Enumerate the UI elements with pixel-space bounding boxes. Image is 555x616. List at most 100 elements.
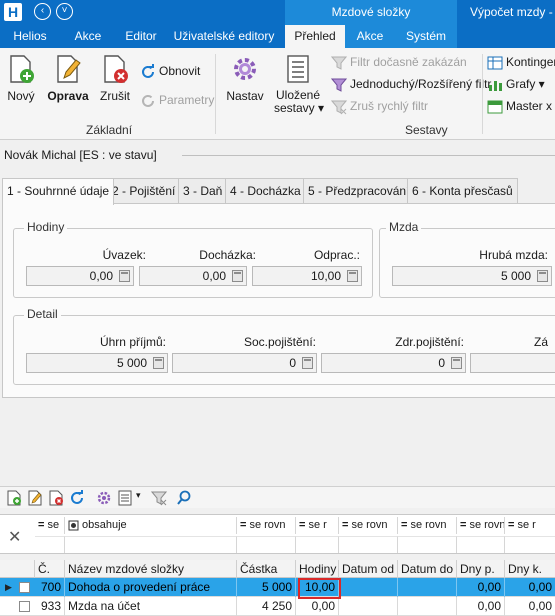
uhrn-prijmu-field[interactable]: 5 000: [26, 353, 168, 373]
nastav-button[interactable]: Nastav: [224, 54, 266, 103]
tab-akce-context[interactable]: Akce: [345, 25, 395, 48]
tab-pojisteni[interactable]: 2 - Pojištění: [107, 178, 181, 203]
grid-new-icon[interactable]: [6, 490, 22, 506]
cell-dny-p[interactable]: 0,00: [457, 578, 505, 597]
grid-filter-clear-icon[interactable]: [151, 490, 167, 506]
grid-search-icon[interactable]: [176, 490, 192, 506]
filter-cell-hodiny[interactable]: = se r: [296, 517, 339, 534]
filter-input-dny-k[interactable]: [505, 536, 555, 553]
cell-dny-k[interactable]: 0,00: [505, 597, 555, 616]
cell-castka[interactable]: 5 000: [237, 578, 296, 597]
clear-filter-x-icon[interactable]: ✕: [8, 527, 21, 547]
clear-quick-filter-button[interactable]: Zruš rychlý filtr: [331, 97, 428, 115]
filter-input-castka[interactable]: [237, 536, 296, 553]
parameters-button[interactable]: Parametry: [140, 91, 214, 109]
refresh-button[interactable]: Obnovit: [140, 62, 200, 80]
zdr-pojisteni-field[interactable]: 0: [321, 353, 466, 373]
column-header-castka[interactable]: Částka: [237, 560, 296, 578]
grid-settings-gear-icon[interactable]: [96, 490, 112, 506]
cell-datum-od[interactable]: [339, 597, 398, 616]
row-checkbox[interactable]: [19, 582, 30, 593]
filter-input-hodiny[interactable]: [296, 536, 339, 553]
tab-system[interactable]: Systém: [395, 25, 457, 48]
charts-button[interactable]: Grafy ▾: [487, 75, 545, 93]
grid-reports-dropdown-icon[interactable]: ▾: [136, 490, 141, 501]
saved-reports-button[interactable]: Uložené sestavy ▾: [274, 54, 324, 115]
cell-hodiny[interactable]: 0,00: [296, 597, 339, 616]
hruba-mzda-field[interactable]: 5 000: [392, 266, 552, 286]
tab-dan[interactable]: 3 - Daň: [178, 178, 228, 203]
tab-souhrnne-udaje[interactable]: 1 - Souhrnné údaje: [2, 178, 115, 205]
tab-konta-prescasu[interactable]: 6 - Konta přesčasů: [407, 178, 518, 203]
dochazka-field[interactable]: 0,00: [139, 266, 247, 286]
cell-cislo[interactable]: 933: [35, 597, 65, 616]
tab-uzivatelske-editory[interactable]: Uživatelské editory: [168, 25, 280, 48]
odprac-field[interactable]: 10,00: [252, 266, 362, 286]
filter-input-nazev[interactable]: [65, 536, 237, 553]
column-header-nazev[interactable]: Název mzdové složky: [65, 560, 237, 578]
soc-pojisteni-field[interactable]: 0: [172, 353, 317, 373]
calculator-icon[interactable]: [232, 270, 243, 282]
dochazka-value: 0,00: [202, 269, 226, 283]
filter-cell-datum-od[interactable]: = se rovn: [339, 517, 398, 534]
filter-disabled-button[interactable]: Filtr dočasně zakázán: [331, 53, 467, 71]
tab-prehled[interactable]: Přehled: [285, 25, 345, 48]
grid-edit-icon[interactable]: [27, 490, 43, 506]
extra-field[interactable]: [470, 353, 555, 373]
cell-dny-k[interactable]: 0,00: [505, 578, 555, 597]
cell-datum-od[interactable]: [339, 578, 398, 597]
master-detail-button[interactable]: Master x D: [487, 97, 555, 115]
column-header-datum-od[interactable]: Datum od: [339, 560, 398, 578]
filter-input-datum-od[interactable]: [339, 536, 398, 553]
tab-helios[interactable]: Helios: [0, 25, 60, 48]
cell-datum-do[interactable]: [398, 578, 457, 597]
tab-akce[interactable]: Akce: [62, 25, 114, 48]
cell-dny-p[interactable]: 0,00: [457, 597, 505, 616]
calculator-icon[interactable]: [451, 357, 462, 369]
table-row[interactable]: 933 Mzda na účet 4 250 0,00 0,00 0,00: [0, 597, 555, 616]
header-selector[interactable]: [0, 560, 35, 578]
calculator-icon[interactable]: [347, 270, 358, 282]
cell-datum-do[interactable]: [398, 597, 457, 616]
edit-button[interactable]: Oprava: [47, 54, 89, 103]
filter-input-dny-p[interactable]: [457, 536, 505, 553]
pivot-button[interactable]: Kontingen: [487, 53, 555, 71]
filter-cell-dny-p[interactable]: = se rovn: [457, 517, 505, 534]
grid-reports-icon[interactable]: [117, 490, 133, 506]
cell-cislo[interactable]: 700: [35, 578, 65, 597]
new-button[interactable]: Nový: [4, 54, 38, 103]
context-group-label: Mzdové složky: [285, 0, 457, 25]
grid-refresh-icon[interactable]: [69, 490, 85, 506]
simple-advanced-filter-button[interactable]: Jednoduchý/Rozšířený filtr: [331, 75, 491, 93]
column-header-cislo[interactable]: Č.: [35, 560, 65, 578]
uvazek-field[interactable]: 0,00: [26, 266, 134, 286]
filter-input-datum-do[interactable]: [398, 536, 457, 553]
grid-delete-icon[interactable]: [48, 490, 64, 506]
calculator-icon[interactable]: [119, 270, 130, 282]
cell-castka[interactable]: 4 250: [237, 597, 296, 616]
calculator-icon[interactable]: [537, 270, 548, 282]
cell-nazev[interactable]: Mzda na účet: [65, 597, 237, 616]
column-header-dny-k[interactable]: Dny k.: [505, 560, 555, 578]
dropdown-circle-icon[interactable]: ˅: [56, 3, 73, 20]
filter-cell-datum-do[interactable]: = se rovn: [398, 517, 457, 534]
filter-cell-cislo[interactable]: = se: [35, 517, 65, 534]
column-header-dny-p[interactable]: Dny p.: [457, 560, 505, 578]
tab-predzpracovani[interactable]: 5 - Předzpracování: [303, 178, 415, 203]
calculator-icon[interactable]: [153, 357, 164, 369]
cell-nazev[interactable]: Dohoda o provedení práce: [65, 578, 237, 597]
calculator-icon[interactable]: [302, 357, 313, 369]
tab-editor[interactable]: Editor: [116, 25, 166, 48]
table-row[interactable]: ▶ 700 Dohoda o provedení práce 5 000 10,…: [0, 578, 555, 597]
filter-cell-dny-k[interactable]: = se r: [505, 517, 555, 534]
back-icon[interactable]: ‹: [34, 3, 51, 20]
row-checkbox[interactable]: [19, 601, 30, 612]
column-header-datum-do[interactable]: Datum do: [398, 560, 457, 578]
edit-document-icon: [57, 55, 81, 83]
column-header-hodiny[interactable]: Hodiny: [296, 560, 339, 578]
delete-button[interactable]: Zrušit: [98, 54, 132, 103]
filter-cell-castka[interactable]: = se rovn: [237, 517, 296, 534]
filter-input-cislo[interactable]: [35, 536, 65, 553]
filter-cell-nazev[interactable]: obsahuje: [65, 517, 237, 534]
tab-dochazka[interactable]: 4 - Docházka: [225, 178, 306, 203]
